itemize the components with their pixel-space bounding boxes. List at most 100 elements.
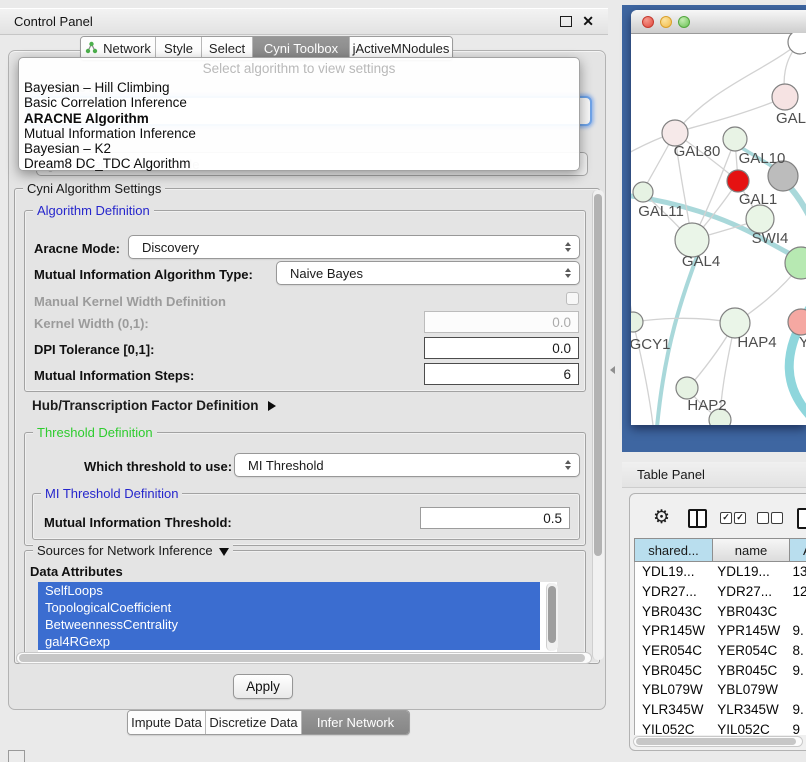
network-node[interactable] — [633, 182, 653, 202]
column-header-name[interactable]: name — [712, 538, 789, 562]
data-attribute-item[interactable]: SelfLoops — [38, 582, 540, 599]
mi-steps-field[interactable]: 6 — [424, 363, 579, 385]
data-attributes-list[interactable]: SelfLoopsTopologicalCoefficientBetweenne… — [38, 582, 557, 652]
which-threshold-label: Which threshold to use: — [84, 459, 232, 474]
table-header-row: shared... name A — [634, 538, 806, 562]
column-layout-icon[interactable] — [688, 509, 707, 528]
dpi-tolerance-field[interactable]: 0.0 — [424, 337, 579, 359]
mi-threshold-definition-title: MI Threshold Definition — [41, 486, 182, 501]
column-header-partial[interactable]: A — [789, 538, 806, 562]
table-cell: YBL079W — [717, 682, 792, 697]
algorithm-option[interactable]: Basic Correlation Inference — [19, 95, 579, 110]
data-attribute-item[interactable]: BetweennessCentrality — [38, 616, 540, 633]
unchecked-checkbox-icon[interactable] — [757, 512, 769, 524]
splitter-collapse-icon[interactable] — [610, 366, 615, 374]
minimize-traffic-light-icon[interactable] — [660, 16, 672, 28]
kernel-width-field[interactable]: 0.0 — [424, 311, 579, 333]
mi-algorithm-type-combo[interactable]: Naive Bayes — [276, 261, 580, 285]
network-node[interactable] — [788, 309, 806, 335]
gear-icon[interactable]: ⚙ — [653, 506, 670, 529]
network-node[interactable] — [746, 205, 774, 233]
algorithm-option[interactable]: Bayesian – Hill Climbing — [19, 80, 579, 95]
scrollbar-thumb[interactable] — [19, 654, 585, 662]
tab-infer-network[interactable]: Infer Network — [302, 711, 409, 734]
network-node[interactable] — [631, 312, 643, 332]
table-row[interactable]: YDR27...YDR27...12 — [635, 582, 806, 602]
table-cell: 13 — [792, 564, 806, 579]
table-cell: YER054C — [635, 643, 717, 658]
application-window: Control Panel ✕ Network Style Select Cyn… — [0, 0, 806, 762]
table-body: YDL19...YDL19...13YDR27...YDR27...12YBR0… — [634, 562, 806, 735]
document-icon[interactable] — [797, 508, 806, 529]
float-window-icon[interactable] — [560, 16, 572, 27]
checked-checkbox-icon[interactable]: ✓ — [720, 512, 732, 524]
mi-threshold-label: Mutual Information Threshold: — [44, 515, 232, 530]
network-node[interactable] — [723, 127, 747, 151]
algorithm-option[interactable]: Mutual Information Inference — [19, 126, 579, 141]
close-traffic-light-icon[interactable] — [642, 16, 654, 28]
network-node[interactable] — [772, 84, 798, 110]
algorithm-option[interactable]: ARACNE Algorithm — [19, 111, 579, 126]
network-node-label: GCY1 — [631, 336, 670, 353]
network-node-label: GAL — [776, 110, 806, 127]
table-horizontal-scrollbar[interactable] — [633, 736, 803, 747]
table-cell: 9. — [792, 623, 806, 638]
sources-group-title[interactable]: Sources for Network Inference — [33, 543, 233, 558]
tab-impute-data[interactable]: Impute Data — [128, 711, 206, 734]
table-row[interactable]: YIL052CYIL052C9 — [635, 720, 806, 736]
network-window-titlebar[interactable] — [631, 10, 806, 34]
data-attribute-item[interactable]: TopologicalCoefficient — [38, 599, 540, 616]
tab-discretize-data[interactable]: Discretize Data — [206, 711, 302, 734]
network-canvas[interactable]: GALGAL80GAL10GAL1GAL11SWI4GAL4GCY1HAP4YH… — [631, 33, 806, 425]
data-attribute-item[interactable]: gal4RGexp — [38, 633, 540, 650]
unchecked-checkbox-icon[interactable] — [771, 512, 783, 524]
table-row[interactable]: YBR043CYBR043C — [635, 601, 806, 621]
table-row[interactable]: YBL079WYBL079W — [635, 680, 806, 700]
combo-stepper-icon — [565, 262, 571, 284]
attributes-scrollbar[interactable] — [546, 583, 558, 651]
settings-horizontal-scrollbar[interactable] — [16, 652, 592, 664]
algorithm-option[interactable]: Bayesian – K2 — [19, 141, 579, 156]
table-cell: YBR043C — [635, 604, 717, 619]
table-row[interactable]: YDL19...YDL19...13 — [635, 562, 806, 582]
tab-label: Network — [103, 41, 151, 56]
network-view-window[interactable]: GALGAL80GAL10GAL1GAL11SWI4GAL4GCY1HAP4YH… — [631, 10, 806, 425]
table-row[interactable]: YER054CYER054C8. — [635, 641, 806, 661]
hub-definition-toggle[interactable]: Hub/Transcription Factor Definition — [32, 398, 276, 413]
dropdown-items: Bayesian – Hill ClimbingBasic Correlatio… — [19, 80, 579, 172]
algorithm-option[interactable]: Dream8 DC_TDC Algorithm — [19, 156, 579, 171]
table-cell: YDL19... — [635, 564, 717, 579]
table-row[interactable]: YPR145WYPR145W9. — [635, 621, 806, 641]
table-cell: YLR345W — [717, 702, 792, 717]
table-row[interactable]: YBR045CYBR045C9. — [635, 660, 806, 680]
settings-vertical-scrollbar[interactable] — [592, 190, 604, 660]
table-cell: YDR27... — [635, 584, 717, 599]
network-node[interactable] — [676, 377, 698, 399]
checked-checkbox-icon[interactable]: ✓ — [734, 512, 746, 524]
scrollbar-thumb[interactable] — [636, 738, 796, 745]
table-row[interactable]: YLR345WYLR345W9. — [635, 700, 806, 720]
table-cell: YPR145W — [717, 623, 792, 638]
apply-button[interactable]: Apply — [233, 674, 293, 699]
combo-stepper-icon — [565, 236, 571, 258]
network-node-label: SWI4 — [752, 230, 789, 247]
table-cell: 9. — [792, 663, 806, 678]
settings-group-title: Cyni Algorithm Settings — [23, 181, 165, 196]
mi-threshold-field[interactable]: 0.5 — [420, 507, 570, 529]
algorithm-dropdown-list: Select algorithm to view settings Bayesi… — [18, 57, 580, 171]
close-icon[interactable]: ✕ — [582, 13, 594, 30]
aracne-mode-label: Aracne Mode: — [34, 241, 120, 256]
network-node-label: GAL80 — [674, 143, 721, 160]
network-node[interactable] — [727, 170, 749, 192]
column-header-sharedname[interactable]: shared... — [634, 538, 712, 562]
aracne-mode-combo[interactable]: Discovery — [128, 235, 580, 259]
combo-stepper-icon — [565, 454, 571, 476]
scrollbar-thumb[interactable] — [594, 194, 602, 556]
network-node[interactable] — [788, 33, 806, 54]
scrollbar-thumb[interactable] — [548, 586, 556, 643]
network-node[interactable] — [675, 223, 709, 257]
zoom-traffic-light-icon[interactable] — [678, 16, 690, 28]
manual-kernel-width-checkbox[interactable] — [566, 292, 579, 305]
which-threshold-combo[interactable]: MI Threshold — [234, 453, 580, 477]
partial-icon — [8, 750, 25, 762]
